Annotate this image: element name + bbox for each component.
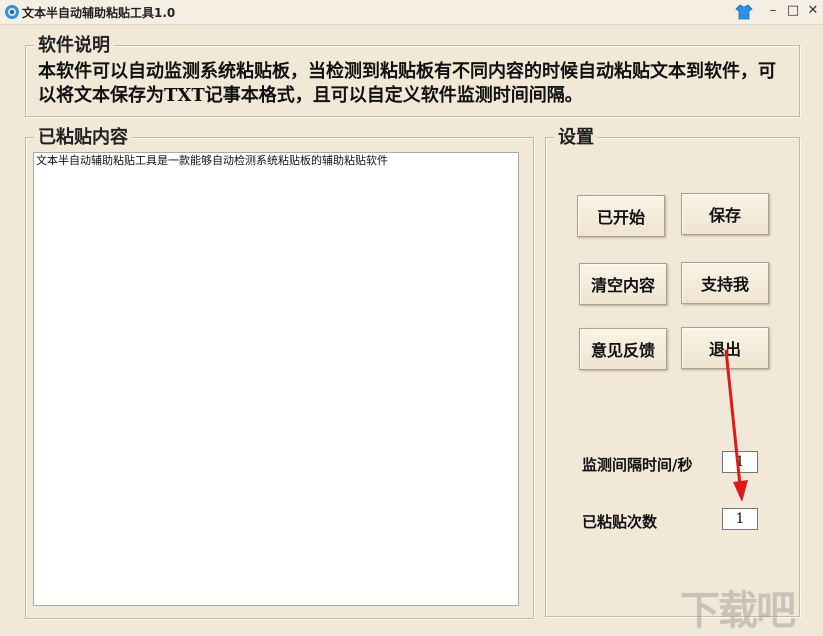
minimize-button[interactable]: –	[764, 2, 782, 20]
interval-label: 监测间隔时间/秒	[582, 456, 693, 474]
pasted-content-textarea[interactable]: 文本半自动辅助粘贴工具是一款能够自动检测系统粘贴板的辅助粘贴软件	[33, 152, 519, 606]
paste-count-field: 1	[722, 508, 758, 530]
description-group: 软件说明 本软件可以自动监测系统粘贴板，当检测到粘贴板有不同内容的时候自动粘贴文…	[25, 31, 800, 117]
close-button[interactable]: ✕	[804, 2, 822, 20]
pasted-content-legend: 已粘贴内容	[34, 123, 132, 149]
settings-group: 设置 已开始 保存 清空内容 支持我 意见反馈 退出 监测间隔时间/秒 1 已粘…	[545, 123, 800, 617]
exit-button[interactable]: 退出	[681, 327, 769, 369]
app-logo-icon	[5, 5, 19, 19]
paste-count-label: 已粘贴次数	[582, 513, 658, 531]
description-legend: 软件说明	[34, 31, 114, 57]
support-button[interactable]: 支持我	[681, 262, 769, 304]
interval-input[interactable]: 1	[722, 451, 758, 473]
maximize-button[interactable]: □	[784, 2, 802, 20]
feedback-button[interactable]: 意见反馈	[579, 328, 667, 370]
save-button[interactable]: 保存	[681, 193, 769, 235]
window-title: 文本半自动辅助粘贴工具1.0	[22, 6, 176, 20]
title-bar[interactable]: 文本半自动辅助粘贴工具1.0 – □ ✕	[0, 0, 823, 25]
clear-content-button[interactable]: 清空内容	[579, 263, 667, 305]
settings-legend: 设置	[554, 123, 598, 149]
start-button[interactable]: 已开始	[577, 195, 665, 237]
description-text: 本软件可以自动监测系统粘贴板，当检测到粘贴板有不同内容的时候自动粘贴文本到软件，…	[38, 61, 776, 106]
skin-shirt-icon[interactable]	[735, 3, 753, 21]
watermark-logo: 下载吧	[680, 588, 796, 634]
pasted-content-group: 已粘贴内容 文本半自动辅助粘贴工具是一款能够自动检测系统粘贴板的辅助粘贴软件	[25, 123, 534, 619]
